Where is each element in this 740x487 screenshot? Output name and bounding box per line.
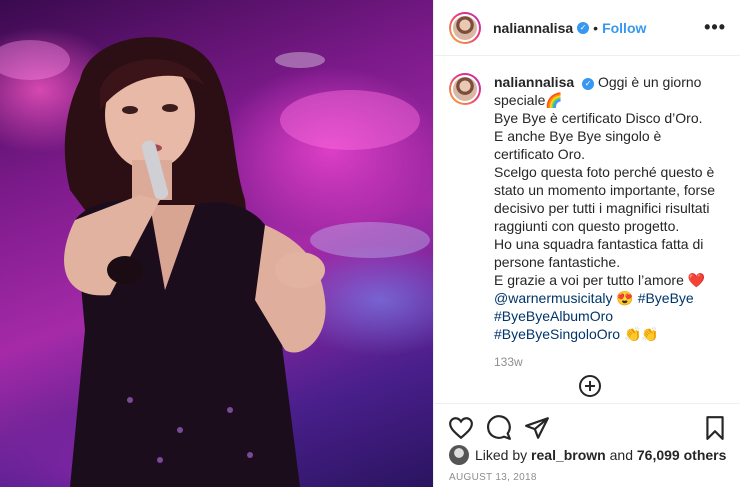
likes-prefix: Liked by (475, 447, 528, 463)
mention-link[interactable]: @warnermusicitaly (494, 290, 612, 306)
hashtag-link[interactable]: #ByeBye (638, 290, 694, 306)
more-icon[interactable]: ••• (704, 17, 726, 38)
follow-button[interactable]: Follow (602, 20, 646, 36)
singer-illustration (0, 37, 430, 487)
comment-icon[interactable] (486, 414, 512, 441)
caption-line: Scelgo questa foto perché questo è stato… (494, 164, 715, 234)
caption-line: Ho una squadra fantastica fatta di perso… (494, 236, 704, 270)
add-comment-icon[interactable] (579, 375, 601, 397)
post-header: naliannalisa ✓ • Follow ••• (434, 0, 740, 56)
action-bar (434, 403, 740, 451)
hashtag-link[interactable]: #ByeByeSingoloOro (494, 326, 620, 342)
likes-line: Liked by real_brown and 76,099 others (449, 445, 730, 465)
caption-line: E anche Bye Bye singolo è certificato Or… (494, 128, 662, 162)
emoji: 😍 (616, 290, 634, 306)
bookmark-icon[interactable] (702, 415, 728, 441)
caption-line: Bye Bye è certificato Disco d’Oro. (494, 110, 703, 126)
liker-username[interactable]: real_brown (531, 447, 606, 463)
caption-text: naliannalisa ✓ Oggi è un giorno speciale… (494, 73, 724, 343)
header-username[interactable]: naliannalisa (493, 20, 573, 36)
post-photo[interactable] (0, 0, 433, 487)
share-icon[interactable] (524, 415, 550, 441)
caption-line: E grazie a voi per tutto l’amore ❤️ (494, 272, 706, 288)
heart-icon[interactable] (448, 415, 474, 441)
verified-icon: ✓ (582, 78, 595, 90)
liker-avatar[interactable] (449, 445, 469, 465)
verified-icon: ✓ (577, 21, 590, 34)
post-date: AUGUST 13, 2018 (449, 472, 537, 483)
caption-username[interactable]: naliannalisa (494, 74, 574, 90)
emoji: 👏👏 (623, 326, 659, 342)
hashtag-link[interactable]: #ByeByeAlbumOro (494, 308, 613, 324)
separator-dot: • (593, 19, 599, 36)
comments-section: naliannalisa ✓ Oggi è un giorno speciale… (434, 57, 740, 402)
time-ago: 133w (494, 355, 523, 369)
caption-row: naliannalisa ✓ Oggi è un giorno speciale… (449, 73, 724, 343)
post-sidebar: naliannalisa ✓ • Follow ••• naliannalisa… (433, 0, 740, 487)
likes-others[interactable]: 76,099 others (637, 447, 727, 463)
caption-avatar[interactable] (449, 73, 481, 105)
likes-and: and (609, 447, 633, 463)
avatar[interactable] (449, 11, 481, 44)
